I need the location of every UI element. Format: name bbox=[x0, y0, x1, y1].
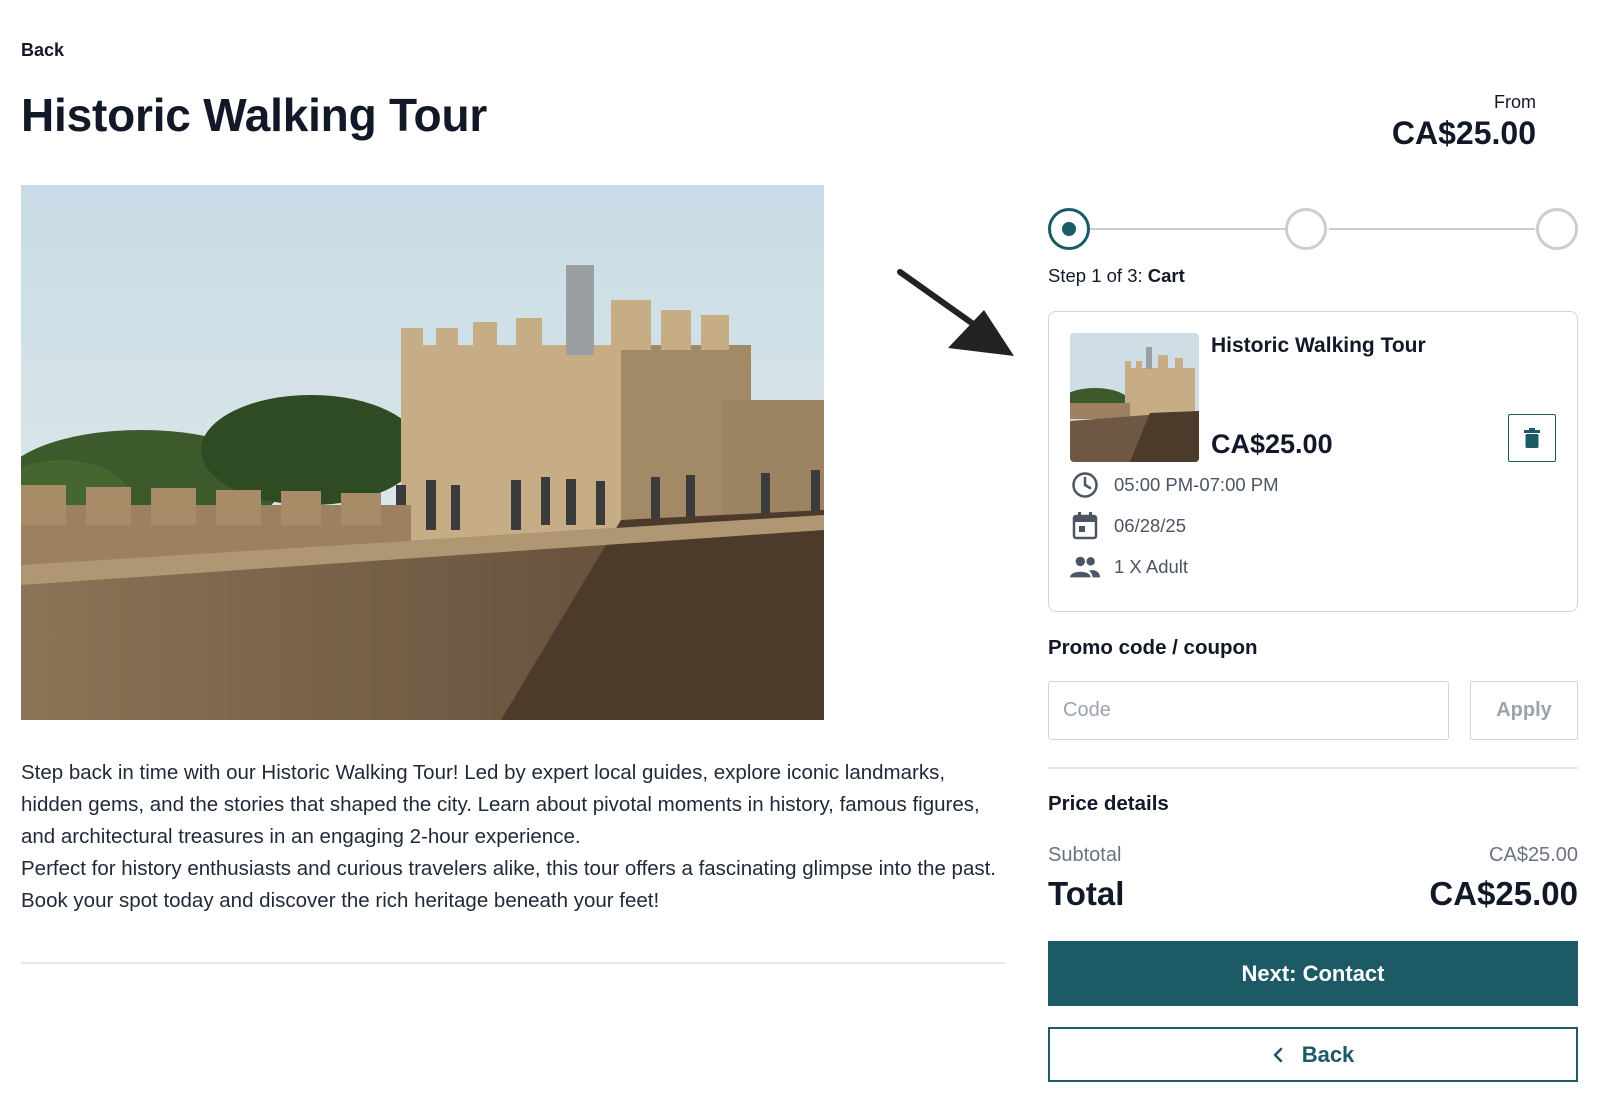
cart-item-time-text: 05:00 PM-07:00 PM bbox=[1114, 474, 1279, 495]
total-value: CA$25.00 bbox=[1429, 875, 1578, 912]
cart-item-date: 06/28/25 bbox=[1070, 511, 1186, 541]
description-paragraph: Perfect for history enthusiasts and curi… bbox=[21, 857, 996, 912]
step-label-prefix: Step 1 of 3: bbox=[1048, 265, 1143, 286]
divider bbox=[1048, 767, 1578, 769]
back-button[interactable]: Back bbox=[1048, 1027, 1578, 1082]
checkout-stepper bbox=[1048, 208, 1578, 250]
step-label-current: Cart bbox=[1147, 265, 1185, 286]
subtotal-label: Subtotal bbox=[1048, 844, 1122, 866]
annotation-arrow-icon bbox=[897, 269, 1014, 356]
cart-item-time: 05:00 PM-07:00 PM bbox=[1070, 470, 1279, 500]
apply-promo-button[interactable]: Apply bbox=[1470, 681, 1578, 740]
divider bbox=[21, 962, 1005, 964]
castle-illustration bbox=[21, 185, 824, 720]
step-2-indicator bbox=[1285, 208, 1327, 250]
calendar-icon bbox=[1070, 511, 1100, 541]
step-3-indicator bbox=[1536, 208, 1578, 250]
cart-item-price: CA$25.00 bbox=[1211, 429, 1333, 459]
promo-code-input[interactable] bbox=[1048, 681, 1449, 740]
step-label: Step 1 of 3: Cart bbox=[1048, 265, 1185, 287]
cart-item-thumbnail bbox=[1070, 333, 1199, 462]
tour-hero-image bbox=[21, 185, 824, 720]
clock-icon bbox=[1070, 470, 1100, 500]
castle-thumbnail-illustration bbox=[1070, 333, 1199, 462]
cart-item-title: Historic Walking Tour bbox=[1211, 334, 1426, 357]
stepper-connector bbox=[1329, 228, 1535, 230]
cart-item-guests: 1 X Adult bbox=[1070, 552, 1188, 582]
total-label: Total bbox=[1048, 875, 1125, 912]
from-price-block: From CA$25.00 bbox=[1392, 92, 1536, 152]
cart-item-card: Historic Walking Tour CA$25.00 05:00 PM-… bbox=[1048, 311, 1578, 612]
remove-item-button[interactable] bbox=[1508, 414, 1556, 462]
next-contact-button[interactable]: Next: Contact bbox=[1048, 941, 1578, 1006]
step-1-indicator bbox=[1048, 208, 1090, 250]
cart-item-guests-text: 1 X Adult bbox=[1114, 556, 1189, 577]
tour-description: Step back in time with our Historic Walk… bbox=[21, 757, 1011, 917]
stepper-connector bbox=[1090, 228, 1285, 230]
cart-item-date-text: 06/28/25 bbox=[1114, 515, 1187, 536]
price-details-heading: Price details bbox=[1048, 792, 1169, 815]
back-button-label: Back bbox=[1301, 1041, 1355, 1067]
from-price: CA$25.00 bbox=[1391, 115, 1536, 151]
description-paragraph: Step back in time with our Historic Walk… bbox=[21, 761, 980, 848]
page-title: Historic Walking Tour bbox=[21, 89, 488, 141]
people-icon bbox=[1070, 552, 1100, 582]
chevron-left-icon bbox=[1272, 1047, 1284, 1063]
back-link[interactable]: Back bbox=[21, 40, 64, 61]
subtotal-value: CA$25.00 bbox=[1489, 844, 1578, 866]
trash-icon bbox=[1524, 428, 1540, 448]
from-label: From bbox=[1494, 92, 1536, 112]
promo-label: Promo code / coupon bbox=[1048, 636, 1258, 659]
